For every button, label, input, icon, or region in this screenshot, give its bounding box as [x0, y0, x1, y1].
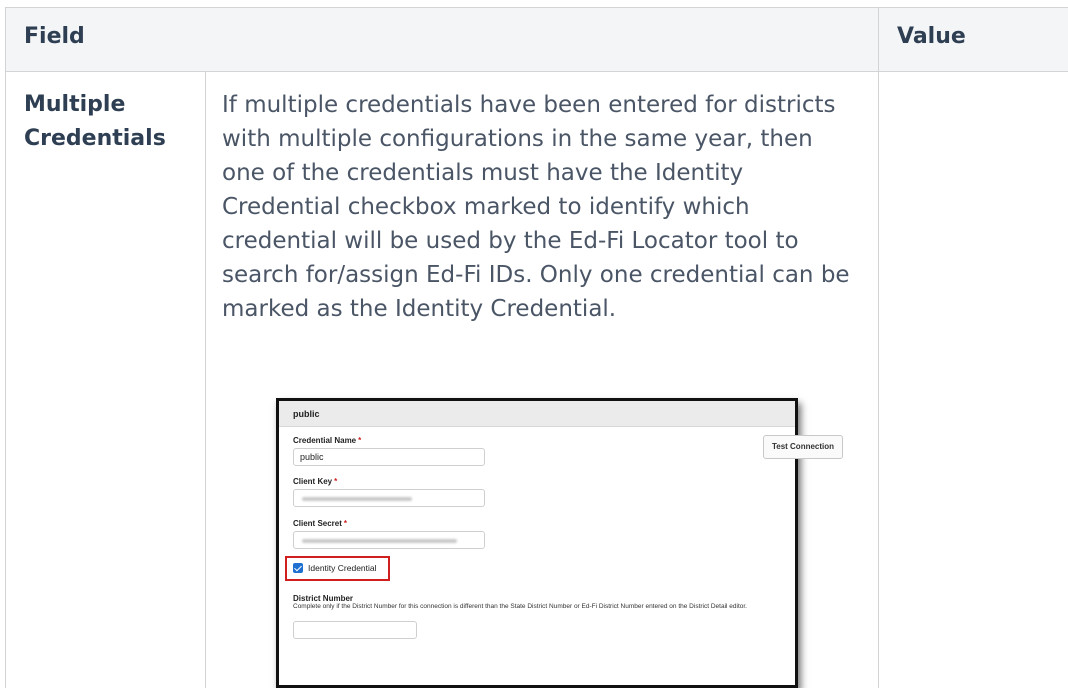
column-divider-1 [205, 72, 206, 688]
client-secret-label: Client Secret * [293, 519, 348, 528]
district-number-field[interactable] [293, 621, 417, 639]
district-number-help: Complete only if the District Number for… [293, 603, 747, 610]
header-field: Field [24, 24, 85, 49]
credential-section-title: public [293, 409, 320, 419]
client-secret-field[interactable] [293, 531, 485, 549]
credential-name-label: Credential Name * [293, 436, 362, 445]
field-value-table: Field Value Multiple Credentials If mult… [0, 0, 1068, 688]
column-divider-2 [878, 7, 879, 688]
client-key-label: Client Key * [293, 477, 338, 486]
table-top-border [5, 7, 1068, 8]
table-left-border [5, 7, 6, 688]
identity-credential-checkbox[interactable] [293, 563, 303, 573]
redacted-client-secret [302, 539, 457, 543]
district-number-label: District Number [293, 594, 354, 603]
credential-name-field[interactable]: public [293, 448, 485, 466]
test-connection-button[interactable]: Test Connection [763, 435, 843, 459]
header-value: Value [897, 24, 966, 49]
identity-credential-label: Identity Credential [308, 563, 377, 573]
credential-section-header: public [279, 401, 795, 427]
row-description: If multiple credentials have been entere… [222, 92, 850, 322]
redacted-client-key [302, 497, 412, 501]
credential-screenshot: public Credential Name * public Test Conn… [276, 398, 843, 688]
client-key-field[interactable] [293, 489, 485, 507]
row-field-name: Multiple Credentials [24, 92, 166, 151]
table-header-bottom-border [5, 71, 1068, 72]
